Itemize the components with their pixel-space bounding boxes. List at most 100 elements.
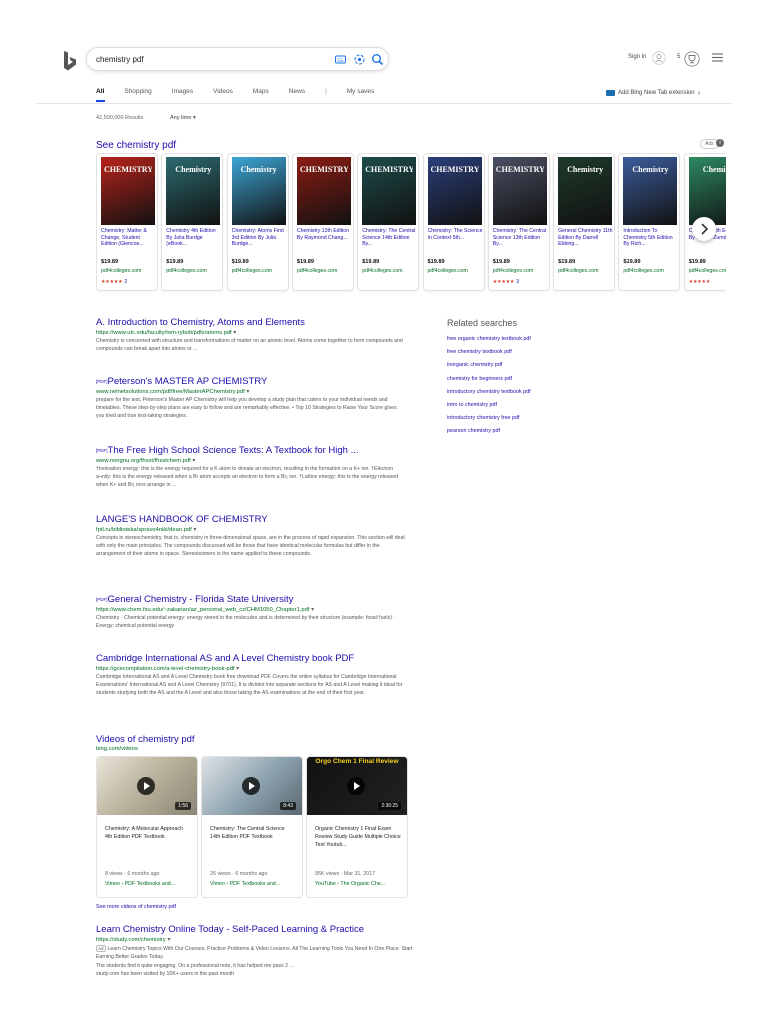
caret-down-icon[interactable]: ▾ — [167, 937, 170, 943]
shopping-section-title[interactable]: See chemistry pdf — [96, 140, 176, 151]
video-card[interactable]: 1:56 Chemistry: A Molecular Approach 4th … — [96, 756, 198, 898]
related-search-link[interactable]: inorganic chemistry pdf — [447, 359, 617, 372]
product-card[interactable]: CHEMISTRY Chemistry: The Central Science … — [357, 153, 420, 291]
video-thumbnail[interactable]: 8:43 — [202, 757, 302, 815]
related-search-link[interactable]: introductory chemistry free pdf — [447, 412, 617, 425]
caret-down-icon[interactable]: ▾ — [232, 330, 236, 336]
review-count[interactable]: 3 — [516, 279, 519, 285]
extension-promo[interactable]: Add Bing New Tab extension › — [606, 88, 700, 97]
caret-down-icon[interactable]: ▾ — [309, 607, 314, 613]
result-url-text[interactable]: fptl.ru/biblioteka/spravo4niki/dean.pdf — [96, 527, 192, 533]
product-image[interactable]: Chemistry — [231, 157, 286, 225]
result-title[interactable]: [PDF]Peterson's MASTER AP CHEMISTRY — [96, 376, 406, 388]
caret-down-icon[interactable]: ▾ — [235, 666, 239, 672]
tab-shopping[interactable]: Shopping — [124, 88, 151, 102]
search-box[interactable] — [86, 47, 389, 71]
result-title-text[interactable]: General Chemistry - Florida State Univer… — [108, 594, 294, 605]
related-search-link[interactable]: free chemistry textbook pdf — [447, 346, 617, 359]
search-input[interactable] — [96, 52, 316, 67]
tab-my-saves[interactable]: My saves — [347, 88, 374, 102]
tab-videos[interactable]: Videos — [213, 88, 233, 102]
result-title[interactable]: LANGE'S HANDBOOK OF CHEMISTRY — [96, 514, 406, 526]
video-thumbnail[interactable]: Orgo Chem 1 Final Review 2:36:25 — [307, 757, 407, 815]
result-url[interactable]: https://gcecompilation.com/a-level-chemi… — [96, 665, 406, 673]
video-card[interactable]: Orgo Chem 1 Final Review 2:36:25 Organic C… — [306, 756, 408, 898]
product-image[interactable]: Chemistry — [623, 157, 678, 225]
video-card[interactable]: 8:43 Chemistry: The Central Science 14th … — [201, 756, 303, 898]
product-image[interactable]: CHEMISTRY — [492, 157, 547, 225]
video-thumbnail[interactable]: 1:56 — [97, 757, 197, 815]
result-title[interactable]: A. Introduction to Chemistry, Atoms and … — [96, 317, 406, 329]
info-icon[interactable]: i — [716, 139, 724, 147]
result-url[interactable]: www.nelnetsolutions.com/pdf/free/MasterA… — [96, 388, 406, 396]
result-url[interactable]: fptl.ru/biblioteka/spravo4niki/dean.pdf … — [96, 526, 406, 534]
result-url[interactable]: https://www.chem.fsu.edu/~zakarian/az_pe… — [96, 606, 406, 614]
product-title[interactable]: Chemistry: Atoms First 3rd Edition By Ju… — [232, 228, 288, 255]
product-title[interactable]: Chemistry: Matter & Change, Student Edit… — [101, 228, 157, 255]
related-search-link[interactable]: chemistry for beginners pdf — [447, 373, 617, 386]
sign-in-link[interactable]: Sign in — [628, 54, 646, 60]
video-title[interactable]: Chemistry: A Molecular Approach 4th Edit… — [105, 825, 191, 841]
product-image[interactable]: CHEMISTRY — [427, 157, 482, 225]
play-icon[interactable] — [347, 777, 365, 795]
product-image[interactable]: Chemistry — [558, 157, 613, 225]
result-url-text[interactable]: https://www.utc.edu/faculty/tom-rybolt/p… — [96, 330, 232, 336]
product-title[interactable]: Chemistry: The Science In Context 5th... — [428, 228, 484, 255]
product-title[interactable]: Chemistry: The Central Science 14th Edit… — [362, 228, 418, 255]
result-url-text[interactable]: https://gcecompilation.com/a-level-chemi… — [96, 666, 235, 672]
tab-images[interactable]: Images — [172, 88, 193, 102]
video-title[interactable]: Organic Chemistry 1 Final Exam Review St… — [315, 825, 401, 849]
bing-logo[interactable] — [62, 50, 78, 72]
hamburger-menu-icon[interactable] — [712, 53, 723, 62]
product-card[interactable]: Chemistry Introduction To Chemistry 5th E… — [618, 153, 681, 291]
result-title-text[interactable]: LANGE'S HANDBOOK OF CHEMISTRY — [96, 514, 268, 525]
keyboard-icon[interactable] — [334, 53, 347, 66]
product-title[interactable]: General Chemistry 11th Edition By Darrel… — [558, 228, 614, 255]
caret-down-icon[interactable]: ▾ — [192, 527, 196, 533]
play-icon[interactable] — [242, 777, 260, 795]
related-search-link[interactable]: free organic chemistry textbook pdf — [447, 333, 617, 346]
videos-section-title[interactable]: Videos of chemistry pdf — [96, 734, 195, 745]
caret-down-icon[interactable]: ▾ — [191, 458, 195, 464]
product-card[interactable]: CHEMISTRY Chemistry: The Science In Conte… — [422, 153, 485, 291]
product-card[interactable]: CHEMISTRY Chemistry 13th Edition By Raymo… — [291, 153, 354, 291]
result-title-text[interactable]: Cambridge International AS and A Level C… — [96, 653, 354, 664]
ad-result-url[interactable]: https://study.com/chemistry ▾ — [96, 936, 426, 944]
result-url-text[interactable]: www.nongnu.org/fhsst/fhsstchem.pdf — [96, 458, 191, 464]
play-icon[interactable] — [137, 777, 155, 795]
carousel-next-button[interactable] — [692, 217, 716, 241]
user-icon[interactable] — [652, 51, 666, 65]
caret-down-icon[interactable]: ▾ — [245, 389, 249, 395]
result-title-text[interactable]: Peterson's MASTER AP CHEMISTRY — [108, 376, 268, 387]
time-filter-dropdown[interactable]: Any time ▾ — [170, 115, 196, 121]
product-card[interactable]: Chemistry General Chemistry 11th Edition … — [553, 153, 616, 291]
related-search-link[interactable]: introductory chemistry textbook pdf — [447, 386, 617, 399]
rewards-trophy-icon[interactable] — [684, 51, 700, 67]
result-title-text[interactable]: A. Introduction to Chemistry, Atoms and … — [96, 317, 305, 328]
tab-maps[interactable]: Maps — [253, 88, 269, 102]
related-search-link[interactable]: pearson chemistry pdf — [447, 425, 617, 438]
product-card[interactable]: CHEMISTRY Chemistry: The Central Science … — [487, 153, 550, 291]
product-image[interactable]: CHEMISTRY — [101, 157, 155, 225]
product-image[interactable]: Chemistry — [166, 157, 221, 225]
related-search-link[interactable]: intro to chemistry pdf — [447, 399, 617, 412]
product-card[interactable]: Chemistry Chemistry: Atoms First 3rd Edit… — [226, 153, 289, 291]
product-image[interactable]: Chemis — [688, 157, 726, 225]
result-title[interactable]: Cambridge International AS and A Level C… — [96, 653, 406, 665]
review-count[interactable]: 2 — [124, 279, 127, 285]
extension-label[interactable]: Add Bing New Tab extension — [618, 90, 695, 96]
ad-result-title[interactable]: Learn Chemistry Online Today - Self-Pace… — [96, 924, 426, 936]
product-title[interactable]: Chemistry: The Central Science 13th Edit… — [493, 228, 549, 255]
result-url-text[interactable]: www.nelnetsolutions.com/pdf/free/MasterA… — [96, 389, 245, 395]
visual-search-icon[interactable] — [353, 53, 366, 66]
search-icon[interactable] — [371, 53, 384, 66]
result-url[interactable]: www.nongnu.org/fhsst/fhsstchem.pdf ▾ — [96, 457, 406, 465]
product-title[interactable]: Introduction To Chemistry 5th Edition By… — [623, 228, 679, 255]
product-image[interactable]: CHEMISTRY — [362, 157, 417, 225]
product-card[interactable]: Chemistry Chemistry 4th Edition By Julia … — [161, 153, 224, 291]
product-card[interactable]: CHEMISTRY Chemistry: Matter & Change, Stu… — [96, 153, 158, 291]
rewards-count[interactable]: 5 — [677, 54, 680, 60]
video-title[interactable]: Chemistry: The Central Science 14th Edit… — [210, 825, 296, 841]
result-title[interactable]: [PDF]The Free High School Science Texts:… — [96, 445, 406, 457]
result-url-text[interactable]: https://www.chem.fsu.edu/~zakarian/az_pe… — [96, 607, 309, 613]
